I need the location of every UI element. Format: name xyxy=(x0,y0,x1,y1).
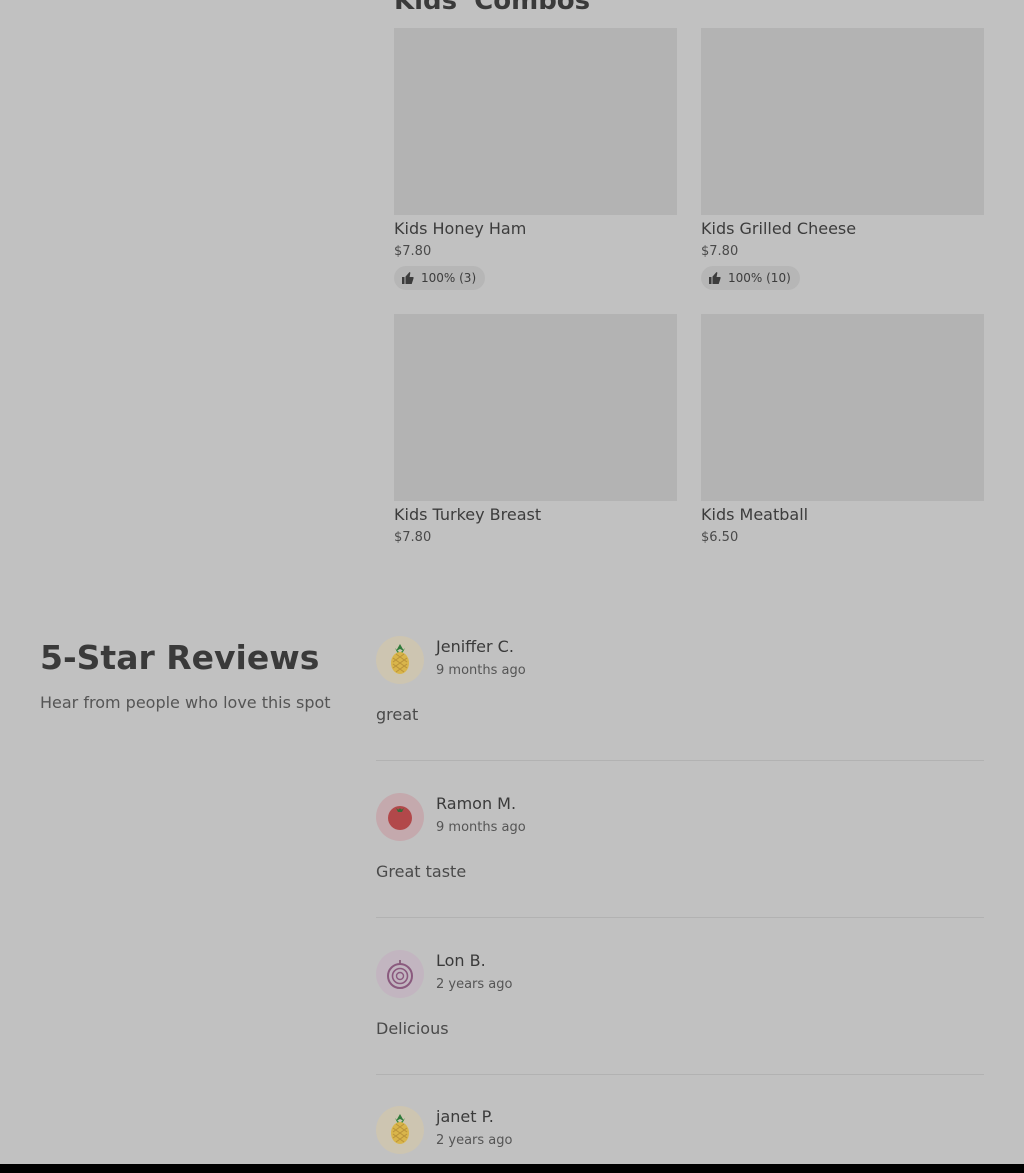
divider xyxy=(376,760,984,761)
onion-icon xyxy=(387,959,413,989)
menu-item-name: Kids Grilled Cheese xyxy=(701,219,857,238)
section-title: Kids' Combos xyxy=(394,0,591,16)
tomato-icon xyxy=(388,806,412,830)
review-time: 2 years ago xyxy=(436,977,513,992)
rating-text: 100% (3) xyxy=(421,271,477,285)
menu-item-image[interactable] xyxy=(394,28,677,215)
avatar xyxy=(376,793,424,841)
pineapple-icon xyxy=(391,1114,409,1144)
rating-badge: 100% (3) xyxy=(394,266,486,290)
thumbs-up-icon xyxy=(402,272,414,284)
divider xyxy=(376,1074,984,1075)
reviewer-name: Ramon M. xyxy=(436,794,517,813)
review-time: 2 years ago xyxy=(436,1133,513,1148)
pineapple-icon xyxy=(391,644,409,674)
rating-badge: 100% (10) xyxy=(701,266,800,290)
review-text: great xyxy=(376,705,419,724)
menu-item-card[interactable]: Kids Turkey Breast $7.80 xyxy=(394,314,677,546)
menu-item-image[interactable] xyxy=(701,28,984,215)
menu-item-name: Kids Meatball xyxy=(701,505,809,524)
bottom-bar xyxy=(0,1164,1024,1173)
reviews-title: 5-Star Reviews xyxy=(40,638,320,677)
menu-item-image[interactable] xyxy=(701,314,984,501)
menu-item-price: $7.80 xyxy=(701,244,739,259)
reviewer-name: Jeniffer C. xyxy=(436,637,514,656)
menu-item-image[interactable] xyxy=(394,314,677,501)
reviewer-name: Lon B. xyxy=(436,951,486,970)
avatar xyxy=(376,1106,424,1154)
menu-item-card[interactable]: Kids Honey Ham $7.80 100% (3) xyxy=(394,28,677,290)
reviewer-name: janet P. xyxy=(436,1107,494,1126)
rating-text: 100% (10) xyxy=(728,271,791,285)
review-text: Delicious xyxy=(376,1019,449,1038)
menu-item-name: Kids Honey Ham xyxy=(394,219,527,238)
reviews-subtitle: Hear from people who love this spot xyxy=(40,693,331,712)
divider xyxy=(376,917,984,918)
menu-item-price: $7.80 xyxy=(394,244,432,259)
review-text: Great taste xyxy=(376,862,467,881)
menu-item-price: $6.50 xyxy=(701,530,739,545)
avatar xyxy=(376,950,424,998)
review-time: 9 months ago xyxy=(436,820,526,835)
menu-item-card[interactable]: Kids Grilled Cheese $7.80 100% (10) xyxy=(701,28,984,290)
menu-item-price: $7.80 xyxy=(394,530,432,545)
menu-item-name: Kids Turkey Breast xyxy=(394,505,542,524)
review-time: 9 months ago xyxy=(436,663,526,678)
thumbs-up-icon xyxy=(709,272,721,284)
menu-item-card[interactable]: Kids Meatball $6.50 xyxy=(701,314,984,546)
avatar xyxy=(376,636,424,684)
